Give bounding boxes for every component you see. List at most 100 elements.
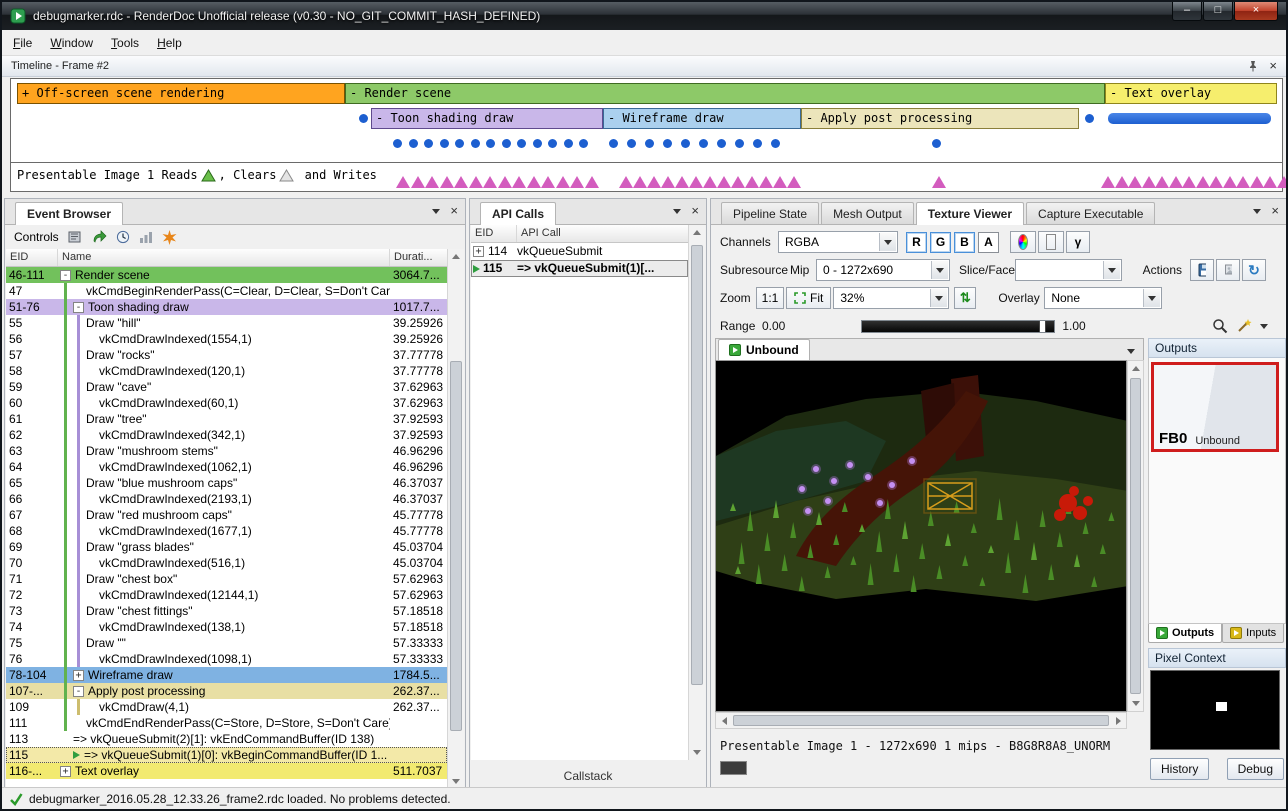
- timeline-marker-bar[interactable]: - Text overlay: [1105, 83, 1277, 104]
- draw-event-dot[interactable]: [564, 139, 573, 148]
- timeline-marker-bar[interactable]: - Toon shading draw: [371, 108, 603, 129]
- event-row[interactable]: 72vkCmdDrawIndexed(12144,1)57.62963: [6, 587, 447, 603]
- event-browser-scrollbar[interactable]: [447, 249, 464, 789]
- draw-events-pill[interactable]: [1108, 113, 1271, 124]
- event-row[interactable]: 111vkCmdEndRenderPass(C=Store, D=Store, …: [6, 715, 447, 731]
- scroll-up-icon[interactable]: [693, 230, 701, 235]
- api-call-row[interactable]: 115=> vkQueueSubmit(1)[...: [471, 260, 688, 277]
- panel-close-icon[interactable]: ×: [450, 206, 458, 216]
- event-row[interactable]: 71Draw "chest box"57.62963: [6, 571, 447, 587]
- tab-capture-executable[interactable]: Capture Executable: [1026, 202, 1155, 224]
- draw-event-dot[interactable]: [699, 139, 708, 148]
- menu-item-help[interactable]: Help: [148, 30, 191, 55]
- overflow-chevron-icon[interactable]: [1260, 324, 1268, 329]
- zoom-dropdown[interactable]: 32%: [833, 287, 949, 309]
- event-row[interactable]: 76vkCmdDrawIndexed(1098,1)57.33333: [6, 651, 447, 667]
- timeline-marker-bar[interactable]: + Off-screen scene rendering: [17, 83, 345, 104]
- range-handle[interactable]: [1039, 321, 1046, 332]
- event-table-header[interactable]: EID Name Durati...: [6, 249, 447, 267]
- tree-expander[interactable]: +: [473, 246, 484, 257]
- draw-event-dot[interactable]: [486, 139, 495, 148]
- scrollbar-thumb[interactable]: [733, 715, 1109, 726]
- alpha-background-button[interactable]: [1038, 231, 1064, 253]
- channel-g-button[interactable]: G: [930, 232, 951, 253]
- timeline-marker-bar[interactable]: - Render scene: [345, 83, 1105, 104]
- event-row[interactable]: 55Draw "hill"39.25926: [6, 315, 447, 331]
- draw-event-dot[interactable]: [533, 139, 542, 148]
- event-row[interactable]: 69Draw "grass blades"45.03704: [6, 539, 447, 555]
- event-row[interactable]: 46-111-Render scene3064.7...: [6, 267, 447, 283]
- flip-y-button[interactable]: ⇅: [954, 287, 976, 309]
- event-row[interactable]: 47vkCmdBeginRenderPass(C=Clear, D=Clear,…: [6, 283, 447, 299]
- draw-event-dot[interactable]: [681, 139, 690, 148]
- bookmark-star-icon[interactable]: [162, 230, 177, 245]
- scrollbar-thumb[interactable]: [450, 361, 462, 731]
- panel-menu-icon[interactable]: [673, 209, 681, 214]
- scroll-down-icon[interactable]: [693, 750, 701, 755]
- tree-expander[interactable]: -: [73, 686, 84, 697]
- tree-expander[interactable]: +: [73, 670, 84, 681]
- event-row[interactable]: 59Draw "cave"37.62963: [6, 379, 447, 395]
- scroll-up-icon[interactable]: [1132, 366, 1140, 371]
- event-row[interactable]: 109vkCmdDraw(4,1)262.37...: [6, 699, 447, 715]
- close-button[interactable]: ×: [1234, 2, 1278, 21]
- event-row[interactable]: 115=> vkQueueSubmit(1)[0]: vkBeginComman…: [6, 747, 447, 763]
- event-row[interactable]: 74vkCmdDrawIndexed(138,1)57.18518: [6, 619, 447, 635]
- save-texture-button[interactable]: [1190, 259, 1214, 281]
- tab-texture-viewer[interactable]: Texture Viewer: [916, 202, 1024, 225]
- history-button[interactable]: History: [1150, 758, 1209, 780]
- tab-mesh-output[interactable]: Mesh Output: [821, 202, 914, 224]
- event-row[interactable]: 65Draw "blue mushroom caps"46.37037: [6, 475, 447, 491]
- scrollbar-thumb[interactable]: [691, 245, 703, 685]
- column-duration[interactable]: Durati...: [390, 249, 447, 266]
- scroll-down-icon[interactable]: [1132, 701, 1140, 706]
- event-row[interactable]: 61Draw "tree"37.92593: [6, 411, 447, 427]
- mip-dropdown[interactable]: 0 - 1272x690: [816, 259, 950, 281]
- timeline-canvas[interactable]: + Off-screen scene rendering- Render sce…: [11, 79, 1282, 162]
- zoom-range-icon[interactable]: [1212, 318, 1228, 334]
- column-api-call[interactable]: API Call: [517, 225, 688, 242]
- open-texture-list-button[interactable]: [1216, 259, 1240, 281]
- scroll-up-icon[interactable]: [452, 254, 460, 259]
- api-table-header[interactable]: EID API Call: [471, 225, 688, 243]
- tab-event-browser[interactable]: Event Browser: [15, 202, 123, 225]
- channel-a-button[interactable]: A: [978, 232, 999, 253]
- timeline-header[interactable]: Timeline - Frame #2 ×: [2, 56, 1286, 77]
- texture-display[interactable]: [715, 360, 1127, 712]
- tab-list-chevron-icon[interactable]: [1127, 349, 1135, 354]
- jump-to-event-icon[interactable]: [92, 230, 107, 244]
- overlay-dropdown[interactable]: None: [1044, 287, 1162, 309]
- draw-event-dot[interactable]: [753, 139, 762, 148]
- event-row[interactable]: 70vkCmdDrawIndexed(516,1)45.03704: [6, 555, 447, 571]
- event-row[interactable]: 78-104+Wireframe draw1784.5...: [6, 667, 447, 683]
- channels-dropdown[interactable]: RGBA: [778, 231, 898, 253]
- timeline-marker-bar[interactable]: - Apply post processing: [801, 108, 1079, 129]
- event-row[interactable]: 57Draw "rocks"37.77778: [6, 347, 447, 363]
- channel-b-button[interactable]: B: [954, 232, 975, 253]
- event-row[interactable]: 68vkCmdDrawIndexed(1677,1)45.77778: [6, 523, 447, 539]
- timeline-marker-bar[interactable]: - Wireframe draw: [603, 108, 801, 129]
- event-row[interactable]: 67Draw "red mushroom caps"45.77778: [6, 507, 447, 523]
- tree-expander[interactable]: -: [73, 302, 84, 313]
- panel-close-icon[interactable]: ×: [691, 206, 699, 216]
- draw-event-dot[interactable]: [771, 139, 780, 148]
- timeline-close-icon[interactable]: ×: [1269, 61, 1277, 71]
- panel-menu-icon[interactable]: [432, 209, 440, 214]
- event-row[interactable]: 62vkCmdDrawIndexed(342,1)37.92593: [6, 427, 447, 443]
- tree-expander[interactable]: +: [60, 766, 71, 777]
- scroll-down-icon[interactable]: [452, 779, 460, 784]
- draw-event-dot[interactable]: [409, 139, 418, 148]
- draw-event-dot[interactable]: [579, 139, 588, 148]
- draw-event-dot[interactable]: [627, 139, 636, 148]
- gamma-button[interactable]: γ: [1066, 231, 1090, 253]
- event-row[interactable]: 51-76-Toon shading draw1017.7...: [6, 299, 447, 315]
- draw-event-dot[interactable]: [1085, 114, 1094, 123]
- draw-event-dot[interactable]: [359, 114, 368, 123]
- draw-event-dot[interactable]: [735, 139, 744, 148]
- channel-r-button[interactable]: R: [906, 232, 927, 253]
- event-row[interactable]: 60vkCmdDrawIndexed(60,1)37.62963: [6, 395, 447, 411]
- texture-tab-unbound[interactable]: Unbound: [718, 339, 810, 360]
- fb0-thumbnail[interactable]: FB0 Unbound: [1151, 362, 1279, 452]
- draw-event-dot[interactable]: [663, 139, 672, 148]
- event-row[interactable]: 107-...-Apply post processing262.37...: [6, 683, 447, 699]
